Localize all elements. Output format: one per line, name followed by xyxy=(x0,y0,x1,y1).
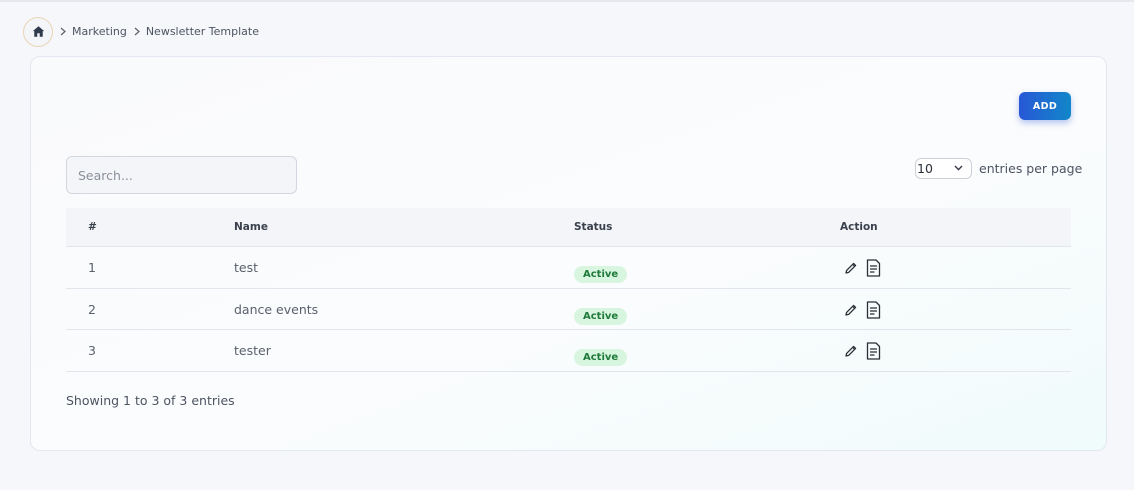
row-name: tester xyxy=(234,343,271,358)
row-number: 2 xyxy=(88,301,96,317)
table-row: 3 tester Active xyxy=(66,330,1071,372)
status-cell: Active xyxy=(574,247,628,288)
table-header: # Name Status Action xyxy=(66,208,1071,247)
status-badge: Active xyxy=(574,266,628,283)
entries-per-page-label: entries per page xyxy=(979,160,1083,176)
status-cell: Active xyxy=(574,289,628,330)
column-header-number[interactable]: # xyxy=(88,208,97,247)
breadcrumb: Marketing Newsletter Template xyxy=(23,16,259,47)
column-header-name[interactable]: Name xyxy=(234,208,268,247)
column-header-status[interactable]: Status xyxy=(574,208,612,247)
status-cell: Active xyxy=(574,330,628,371)
entries-per-page: 10 entries per page xyxy=(915,157,1082,179)
search-input[interactable] xyxy=(66,156,297,194)
row-number: 1 xyxy=(88,260,96,275)
pencil-icon[interactable] xyxy=(844,303,858,317)
column-header-action: Action xyxy=(840,221,878,233)
chevron-right-icon xyxy=(60,27,66,36)
pencil-icon[interactable] xyxy=(844,261,858,275)
entries-per-page-select[interactable]: 10 xyxy=(915,157,972,179)
document-icon[interactable] xyxy=(866,342,881,360)
row-actions xyxy=(844,257,881,279)
row-actions xyxy=(844,299,881,321)
entries-per-page-value: 10 xyxy=(917,160,933,176)
row-number: 3 xyxy=(88,343,96,358)
chevron-down-icon xyxy=(954,165,963,171)
breadcrumb-newsletter-template: Newsletter Template xyxy=(145,25,259,38)
row-actions xyxy=(844,340,881,362)
document-icon[interactable] xyxy=(866,259,881,277)
home-icon xyxy=(32,26,44,37)
home-button[interactable] xyxy=(23,16,53,47)
pencil-icon[interactable] xyxy=(844,344,858,358)
table-row: 2 dance events Active xyxy=(66,289,1071,330)
chevron-right-icon xyxy=(134,27,140,36)
add-button[interactable]: ADD xyxy=(1019,92,1071,120)
breadcrumb-marketing[interactable]: Marketing xyxy=(72,25,127,38)
document-icon[interactable] xyxy=(866,300,881,319)
newsletter-template-table: # Name Status Action 1 test Active 2 dan… xyxy=(66,208,1071,372)
pagination-info: Showing 1 to 3 of 3 entries xyxy=(66,393,235,408)
table-row: 1 test Active xyxy=(66,247,1071,289)
content-card: ADD 10 entries per page # Name Status Ac… xyxy=(30,56,1107,451)
status-badge: Active xyxy=(574,349,628,366)
row-name: dance events xyxy=(234,301,319,317)
top-divider xyxy=(0,0,1134,2)
status-badge: Active xyxy=(574,307,628,325)
row-name: test xyxy=(234,260,259,275)
